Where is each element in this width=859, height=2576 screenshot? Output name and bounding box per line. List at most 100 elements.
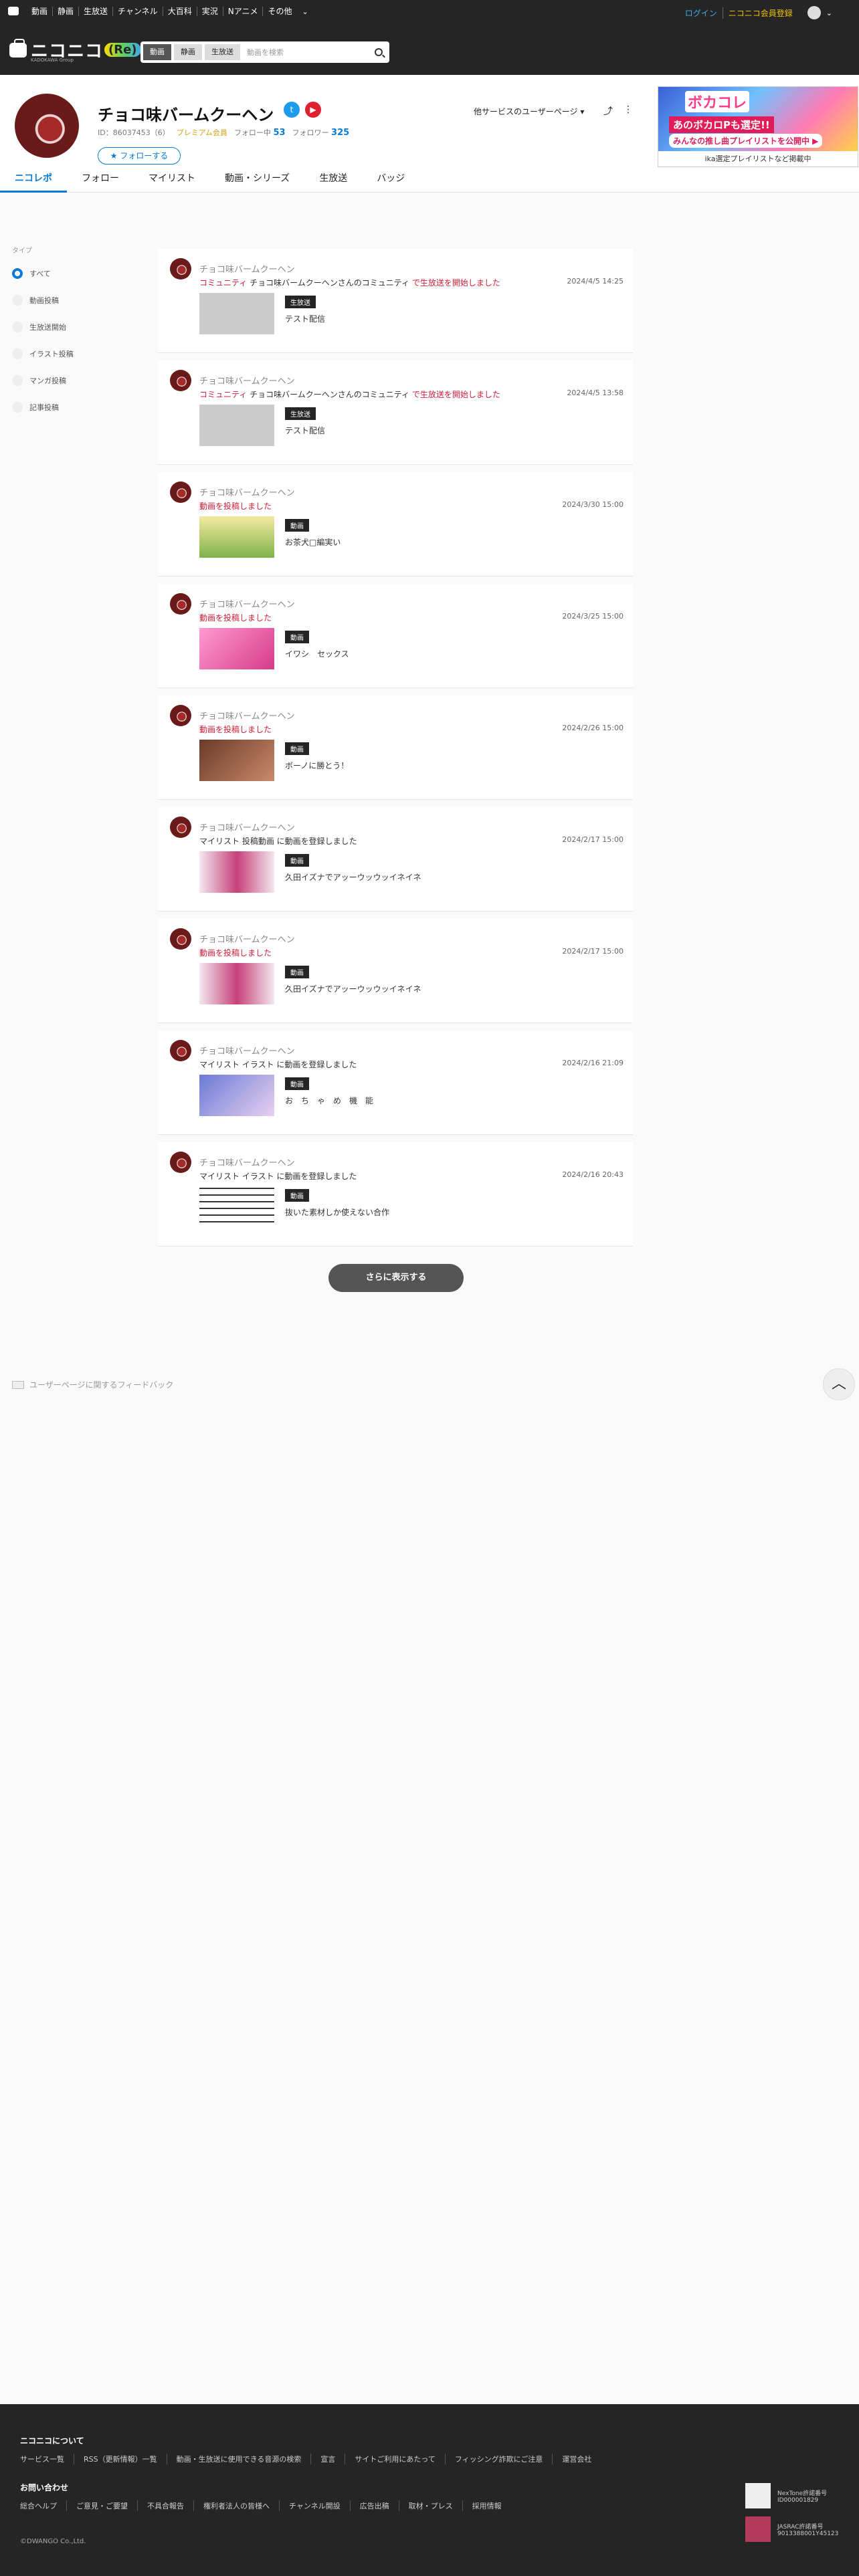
more-options-icon[interactable]: ⋮ (624, 104, 633, 115)
footer-link[interactable]: RSS（更新情報）一覧 (84, 2454, 167, 2464)
feed-user-name[interactable]: チョコ味バームクーヘン (199, 597, 295, 610)
feed-user-name[interactable]: チョコ味バームクーヘン (199, 821, 295, 833)
nav-other[interactable]: その他 (262, 7, 296, 16)
feed-thumbnail[interactable] (199, 405, 274, 446)
feed-avatar[interactable] (170, 370, 191, 391)
feed-content-title[interactable]: テスト配信 (285, 313, 325, 324)
scroll-to-top-button[interactable]: ︿ (823, 1368, 855, 1400)
feed-thumbnail[interactable] (199, 963, 274, 1004)
feed-content-title[interactable]: 抜いた素材しか使えない合作 (285, 1206, 389, 1218)
footer-link[interactable]: チャンネル開設 (289, 2500, 351, 2511)
feed-content-title[interactable]: 久田イズナでアッーウッウッイネイネ (285, 983, 421, 994)
other-services-dropdown[interactable]: 他サービスのユーザーページ ▾ (474, 106, 584, 117)
tab-badge[interactable]: バッジ (362, 166, 419, 193)
footer-link[interactable]: フィッシング詐欺にご注意 (455, 2454, 553, 2464)
footer-link[interactable]: 宣言 (320, 2454, 346, 2464)
register-link[interactable]: ニコニコ会員登録 (722, 7, 793, 19)
feed-content-title[interactable]: イワシ セックス (285, 648, 349, 659)
tab-live[interactable]: 生放送 (304, 166, 362, 193)
twitter-icon[interactable]: t (284, 102, 300, 118)
feed-user-name[interactable]: チョコ味バームクーヘン (199, 262, 295, 275)
filter-option-illust[interactable]: イラスト投稿 (12, 340, 74, 367)
feed-content-title[interactable]: お茶犬□編実い (285, 536, 341, 548)
login-link[interactable]: ログイン (685, 7, 717, 19)
chevron-down-icon[interactable]: ⌄ (302, 7, 308, 16)
feed-thumbnail[interactable] (199, 740, 274, 781)
feed-user-name[interactable]: チョコ味バームクーヘン (199, 1044, 295, 1057)
feed-content-title[interactable]: ボーノに勝とう！ (285, 760, 349, 771)
feed-content-title[interactable]: 久田イズナでアッーウッウッイネイネ (285, 871, 421, 883)
feed-user-name[interactable]: チョコ味バームクーヘン (199, 486, 295, 498)
tab-nicorepo[interactable]: ニコレポ (0, 166, 67, 193)
feed-thumbnail[interactable] (199, 516, 274, 558)
footer-link[interactable]: 権利者法人の皆様へ (203, 2500, 280, 2511)
nav-seiga[interactable]: 静画 (52, 7, 78, 16)
feed-avatar[interactable] (170, 705, 191, 726)
search-input[interactable]: 動画を検索 (247, 47, 375, 58)
filter-option-all[interactable]: すべて (12, 260, 74, 287)
nav-channel[interactable]: チャンネル (112, 7, 163, 16)
footer-link[interactable]: 不具合報告 (147, 2500, 194, 2511)
load-more-button[interactable]: さらに表示する (328, 1264, 464, 1292)
footer-link[interactable]: 採用情報 (472, 2500, 511, 2511)
search-tab-live[interactable]: 生放送 (205, 44, 240, 60)
chevron-down-icon[interactable]: ⌄ (826, 9, 832, 17)
feed-user-name[interactable]: チョコ味バームクーヘン (199, 932, 295, 945)
tab-mylist[interactable]: マイリスト (134, 166, 210, 193)
feed-user-name[interactable]: チョコ味バームクーヘン (199, 709, 295, 722)
follow-button[interactable]: ★ フォローする (98, 147, 181, 165)
feed-avatar[interactable] (170, 1040, 191, 1061)
feed-user-name[interactable]: チョコ味バームクーヘン (199, 374, 295, 387)
user-avatar-icon[interactable] (807, 6, 821, 19)
footer-link[interactable]: ご意見・ご要望 (76, 2500, 138, 2511)
footer-link[interactable]: 運営会社 (562, 2454, 601, 2464)
feed-action-pre[interactable]: コミュニティ (199, 390, 247, 399)
share-icon[interactable]: ⤴ (603, 104, 613, 118)
feed-avatar[interactable] (170, 817, 191, 838)
feed-avatar[interactable] (170, 593, 191, 615)
footer-link[interactable]: サービス一覧 (20, 2454, 74, 2464)
footer-link[interactable]: 動画・生放送に使用できる音源の検索 (177, 2454, 312, 2464)
feed-avatar[interactable] (170, 258, 191, 280)
search-icon[interactable] (375, 48, 383, 56)
nav-live[interactable]: 生放送 (78, 7, 112, 16)
feed-avatar[interactable] (170, 928, 191, 950)
footer-link[interactable]: 広告出稿 (360, 2500, 399, 2511)
footer-link[interactable]: サイトご利用にあたって (355, 2454, 446, 2464)
feed-avatar[interactable] (170, 1152, 191, 1173)
ad-banner[interactable]: ボカコレ あのボカロPも選定!! みんなの推し曲プレイリストを公開中 ▶ ika… (658, 86, 858, 167)
search-tab-video[interactable]: 動画 (143, 44, 171, 60)
feed-action-mid[interactable]: マイリスト イラスト に動画を登録しました (199, 1172, 357, 1181)
feedback-link[interactable]: ユーザーページに関するフィードバック (12, 1379, 173, 1390)
search-tab-seiga[interactable]: 静画 (174, 44, 202, 60)
feed-thumbnail[interactable] (199, 293, 274, 334)
nav-dic[interactable]: 大百科 (162, 7, 197, 16)
feed-avatar[interactable] (170, 481, 191, 503)
feed-thumbnail[interactable] (199, 851, 274, 893)
followers-count[interactable]: フォロワー 325 (292, 127, 350, 138)
tab-videos-series[interactable]: 動画・シリーズ (210, 166, 304, 193)
feed-thumbnail[interactable] (199, 1186, 274, 1228)
feed-action-mid[interactable]: マイリスト イラスト に動画を登録しました (199, 1060, 357, 1069)
feed-action-mid[interactable]: マイリスト 投稿動画 に動画を登録しました (199, 837, 357, 846)
feed-thumbnail[interactable] (199, 1075, 274, 1116)
feed-action-pre[interactable]: コミュニティ (199, 278, 247, 288)
footer-link[interactable]: 総合ヘルプ (20, 2500, 67, 2511)
following-count[interactable]: フォロー中 53 (234, 127, 286, 138)
footer-link[interactable]: 取材・プレス (409, 2500, 463, 2511)
nav-jikkyo[interactable]: 実況 (196, 7, 223, 16)
youtube-icon[interactable]: ▶ (305, 102, 321, 118)
filter-option-video[interactable]: 動画投稿 (12, 287, 74, 314)
nav-nanime[interactable]: Nアニメ (222, 7, 263, 16)
nav-douga[interactable]: 動画 (27, 7, 52, 16)
filter-option-live[interactable]: 生放送開始 (12, 314, 74, 340)
filter-option-article[interactable]: 記事投稿 (12, 394, 74, 421)
niconico-logo[interactable]: ニコニコ (Re) KADOKAWA Group (9, 37, 141, 63)
filter-option-manga[interactable]: マンガ投稿 (12, 367, 74, 394)
feed-content-title[interactable]: テスト配信 (285, 425, 325, 436)
niconico-tv-icon[interactable] (8, 7, 19, 15)
tab-follow[interactable]: フォロー (67, 166, 134, 193)
feed-content-title[interactable]: お ち ゃ め 機 能 (285, 1095, 373, 1106)
feed-user-name[interactable]: チョコ味バームクーヘン (199, 1156, 295, 1168)
feed-thumbnail[interactable] (199, 628, 274, 669)
